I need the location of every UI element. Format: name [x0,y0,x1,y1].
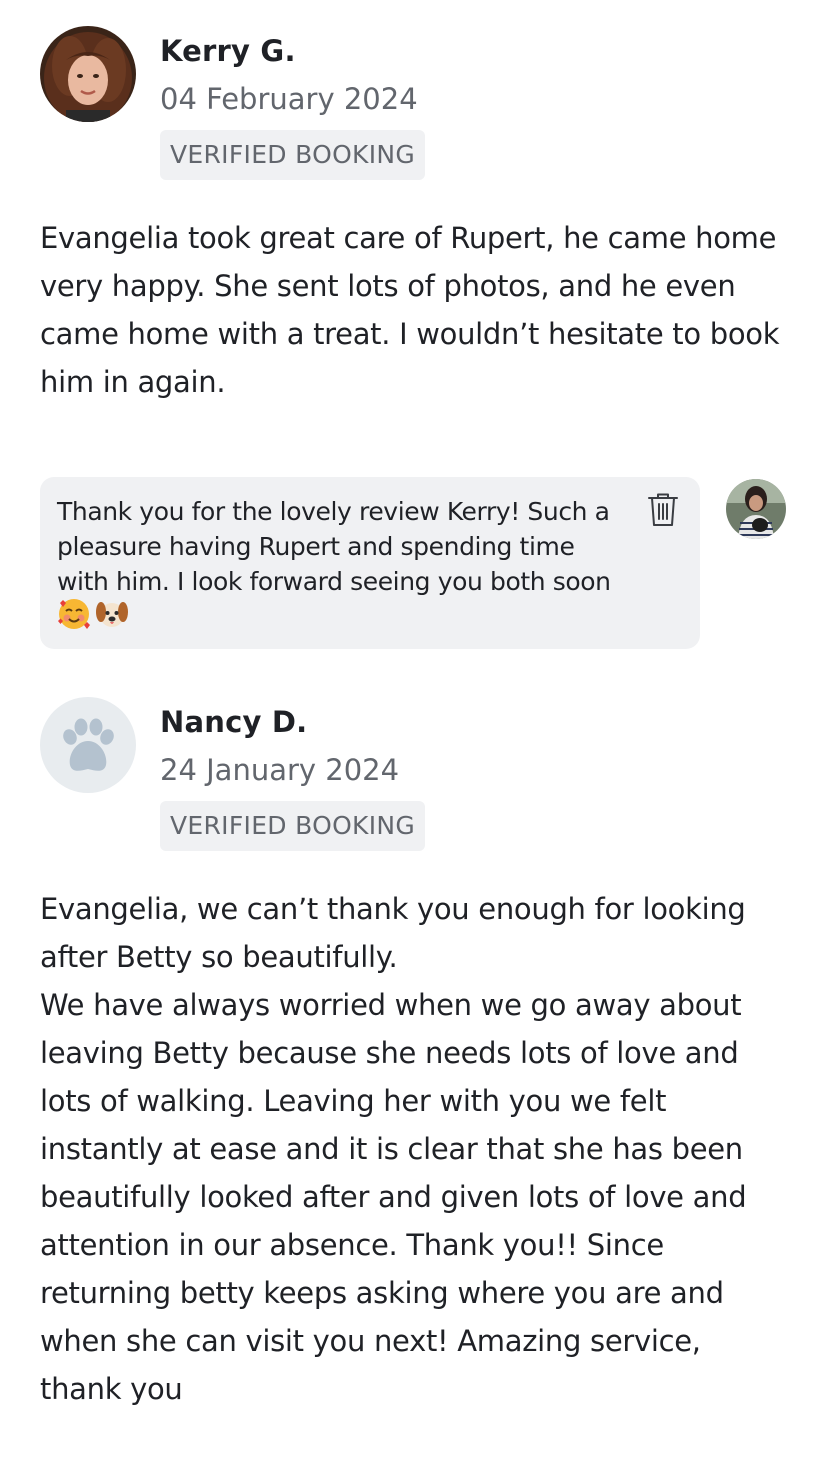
review-text: Evangelia, we can’t thank you enough for… [40,892,747,1406]
reviewer-avatar [40,697,136,793]
review-date: 24 January 2024 [160,753,400,787]
reviewer-name: Nancy D. [160,705,308,739]
reviewer-avatar [40,26,136,122]
reply-emojis [56,595,130,631]
host-reply-text: Thank you for the lovely review Kerry! S… [57,497,611,596]
smiling-face-with-hearts-icon [58,599,90,629]
review-card-kerry: Kerry G. 04 February 2024 VERIFIED BOOKI… [40,26,788,406]
review-card-nancy: Nancy D. 24 January 2024 VERIFIED BOOKIN… [40,697,788,1413]
review-header: Nancy D. 24 January 2024 VERIFIED BOOKIN… [40,697,788,857]
review-header: Kerry G. 04 February 2024 VERIFIED BOOKI… [40,26,788,186]
paw-icon [40,697,136,793]
review-date: 04 February 2024 [160,82,418,116]
reviewer-name: Kerry G. [160,34,296,68]
host-avatar [726,479,786,539]
reviewer-photo-icon [40,26,136,122]
dog-face-icon [96,602,128,627]
host-photo-icon [726,479,786,539]
verified-booking-badge: VERIFIED BOOKING [160,801,426,851]
review-text: Evangelia took great care of Rupert, he … [40,221,780,399]
host-reply-bubble: Thank you for the lovely review Kerry! S… [40,477,700,649]
trash-icon [648,493,678,526]
delete-reply-button[interactable] [646,491,680,529]
verified-booking-badge: VERIFIED BOOKING [160,130,426,180]
